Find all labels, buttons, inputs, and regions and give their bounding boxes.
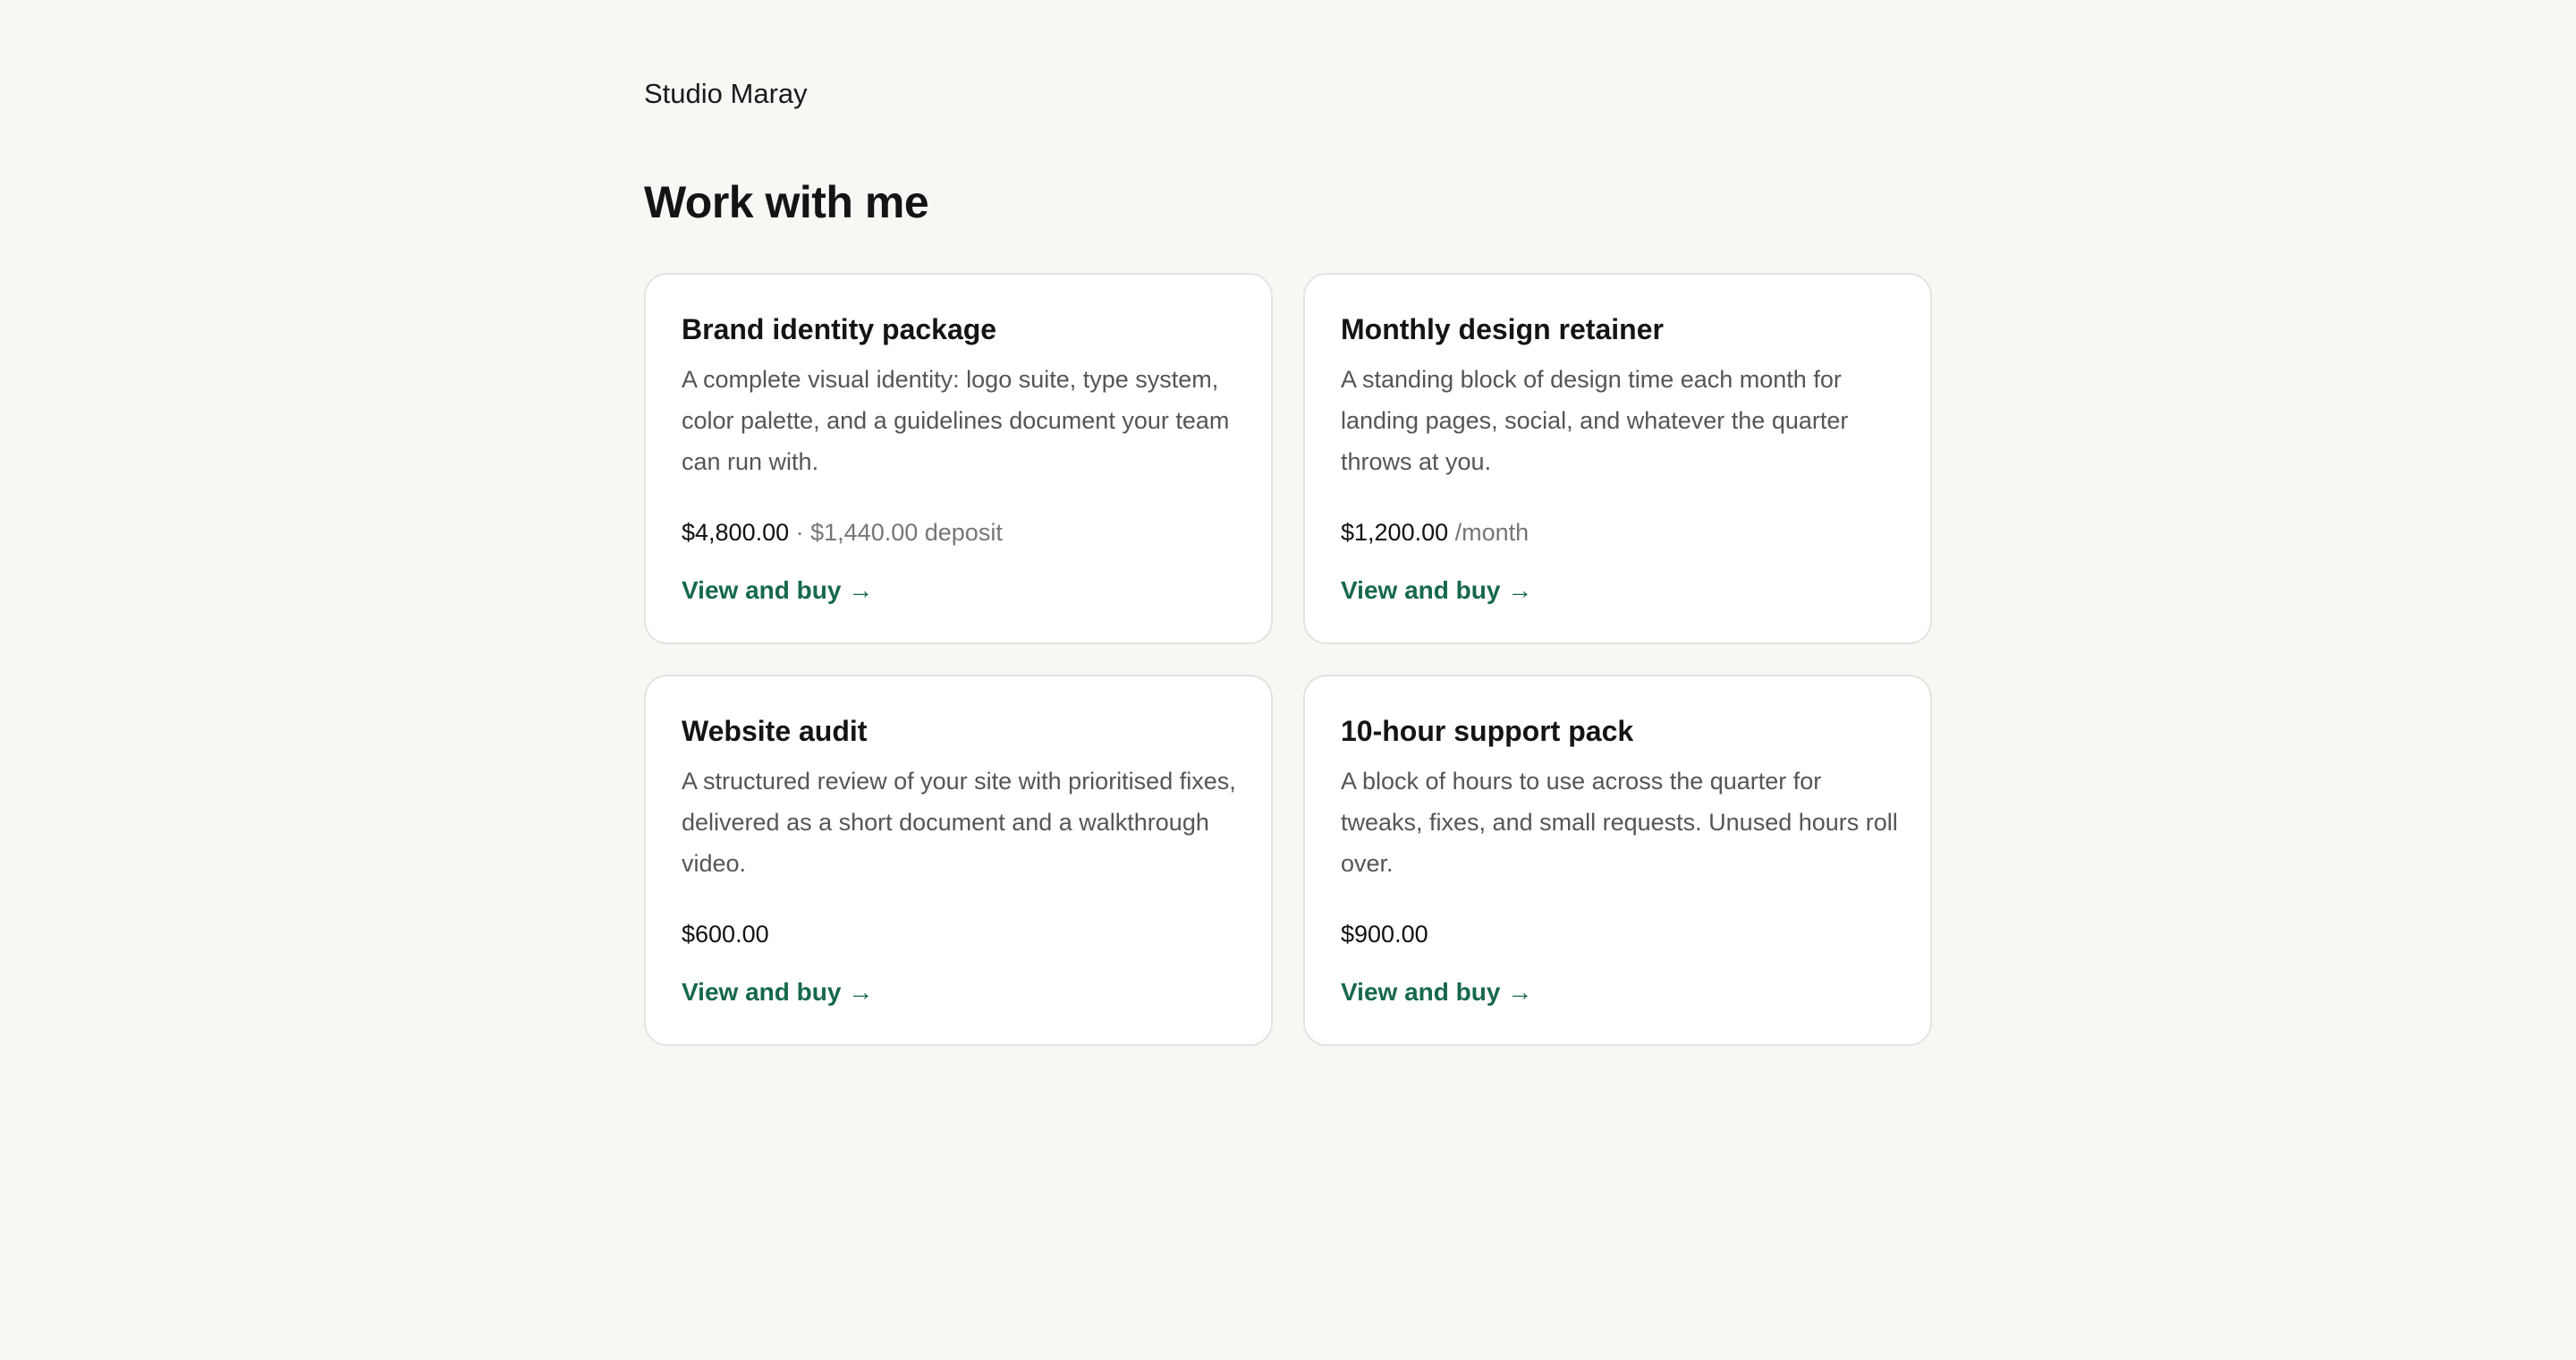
service-card-website-audit: Website audit A structured review of you… (644, 675, 1273, 1046)
card-title: Website audit (682, 715, 868, 747)
service-grid: Brand identity package A complete visual… (644, 273, 1932, 1046)
card-description: A block of hours to use across the quart… (1341, 768, 1898, 877)
view-and-buy-link[interactable]: View and buy → (1341, 573, 1532, 608)
view-and-buy-link[interactable]: View and buy → (682, 573, 873, 608)
price-period: /month (1454, 519, 1530, 546)
service-card-support-pack: 10-hour support pack A block of hours to… (1303, 675, 1932, 1046)
price: $1,200.00 (1341, 519, 1449, 546)
price: $900.00 (1341, 921, 1428, 948)
brand-name[interactable]: Studio Maray (644, 75, 808, 113)
card-title: Monthly design retainer (1341, 313, 1664, 345)
service-card-design-retainer: Monthly design retainer A standing block… (1303, 273, 1932, 644)
service-card-brand-identity: Brand identity package A complete visual… (644, 273, 1273, 644)
card-description: A standing block of design time each mon… (1341, 366, 1849, 475)
price-row: $4,800.00 · $1,440.00 deposit (682, 514, 1003, 550)
price-row: $1,200.00 /month (1341, 514, 1529, 550)
card-title: 10-hour support pack (1341, 715, 1634, 747)
card-description: A complete visual identity: logo suite, … (682, 366, 1230, 475)
card-title: Brand identity package (682, 313, 997, 345)
price: $4,800.00 (682, 519, 790, 546)
price-row: $900.00 (1341, 916, 1428, 952)
card-description: A structured review of your site with pr… (682, 768, 1236, 877)
view-and-buy-link[interactable]: View and buy → (1341, 974, 1532, 1010)
price-deposit: · $1,440.00 deposit (795, 519, 1003, 546)
price: $600.00 (682, 921, 769, 948)
view-and-buy-link[interactable]: View and buy → (682, 974, 873, 1010)
price-row: $600.00 (682, 916, 769, 952)
page-title: Work with me (644, 177, 929, 227)
